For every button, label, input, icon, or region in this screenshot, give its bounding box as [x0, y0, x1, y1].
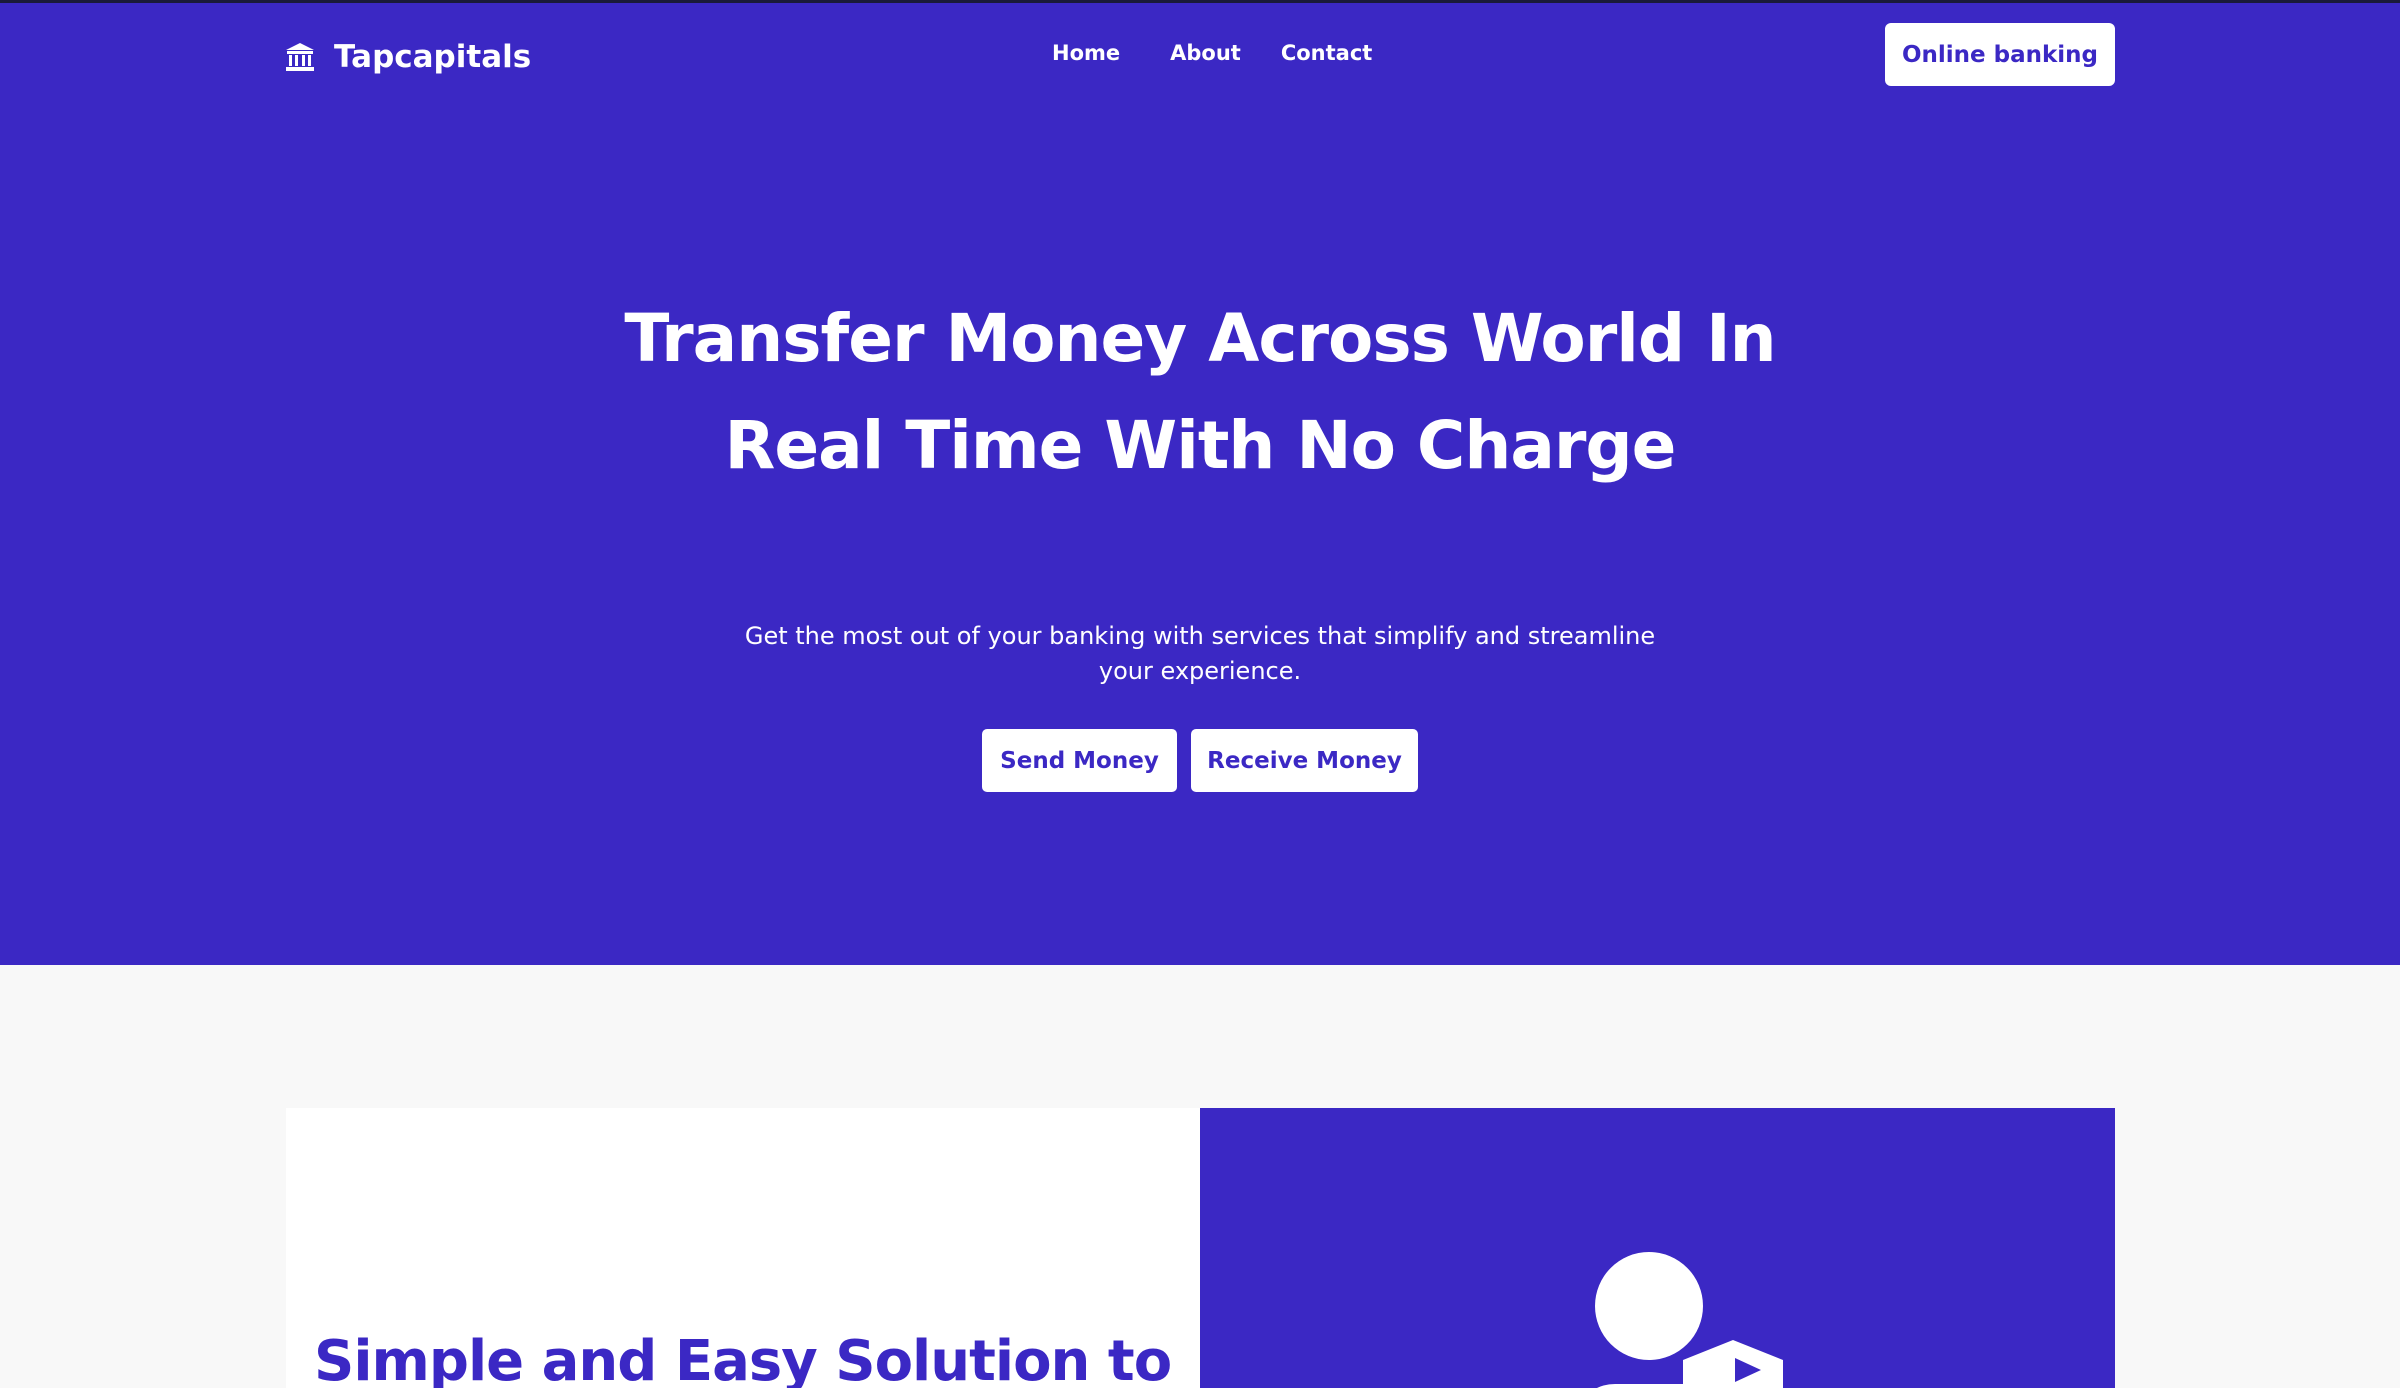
send-money-button[interactable]: Send Money: [982, 729, 1177, 792]
section-title: Simple and Easy Solution to: [314, 1329, 1172, 1388]
hero-title: Transfer Money Across World In Real Time…: [624, 300, 1776, 484]
brand-logo-link[interactable]: Tapcapitals: [284, 37, 531, 77]
nav-links: Home About Contact: [1052, 41, 1372, 65]
nav-link-contact[interactable]: Contact: [1281, 41, 1373, 65]
navbar: Tapcapitals Home About Contact Online ba…: [0, 3, 2400, 113]
hero-section: Tapcapitals Home About Contact Online ba…: [0, 3, 2400, 965]
nav-link-home[interactable]: Home: [1052, 41, 1120, 65]
bank-icon: [284, 41, 316, 73]
feature-illustration-card: [1200, 1108, 2115, 1388]
feature-text-card: Simple and Easy Solution to: [286, 1108, 1200, 1388]
online-banking-button[interactable]: Online banking: [1885, 23, 2115, 86]
person-shield-icon: [1595, 1252, 1783, 1388]
receive-money-button[interactable]: Receive Money: [1191, 729, 1418, 792]
brand-name: Tapcapitals: [334, 39, 532, 75]
nav-link-about[interactable]: About: [1170, 41, 1241, 65]
hero-subtitle: Get the most out of your banking with se…: [744, 622, 1656, 685]
hero-buttons: Send Money Receive Money: [982, 729, 1418, 792]
